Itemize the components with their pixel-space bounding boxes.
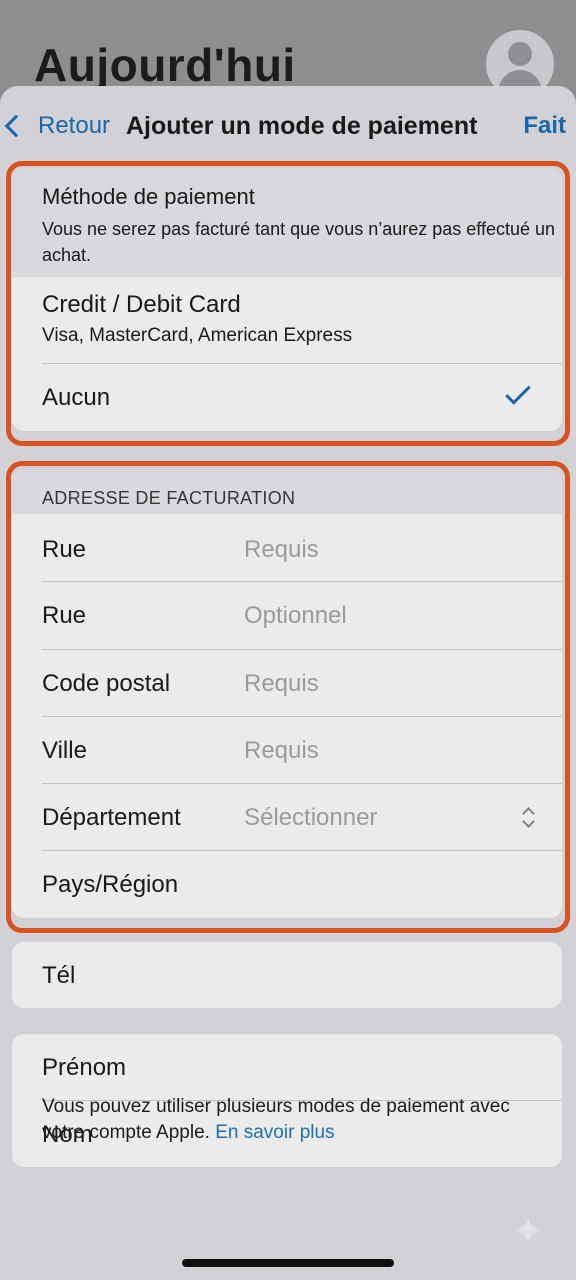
back-button[interactable]: Retour: [2, 112, 110, 140]
highlight-payment-method: [6, 161, 570, 446]
footer-note: Vous pouvez utiliser plusieurs modes de …: [42, 1094, 542, 1146]
highlight-billing-address: [6, 461, 570, 933]
phone-label: Tél: [42, 962, 76, 989]
home-indicator[interactable]: [182, 1259, 394, 1267]
first-name-label: Prénom: [42, 1054, 127, 1081]
page-title: Ajouter un mode de paiement: [126, 112, 478, 140]
phone-group: Tél: [12, 942, 562, 1008]
back-label: Retour: [38, 112, 111, 139]
background-page-title: Aujourd'hui: [34, 39, 296, 91]
person-icon: [508, 42, 532, 66]
chevron-left-icon: [4, 114, 28, 138]
done-button[interactable]: Fait: [523, 112, 566, 140]
sparkle-icon: ✦: [512, 1211, 544, 1253]
phone-row[interactable]: Tél: [12, 942, 562, 1008]
first-name-row[interactable]: Prénom: [12, 1034, 562, 1100]
nav-bar: Retour Ajouter un mode de paiement Fait: [0, 86, 576, 166]
learn-more-link[interactable]: En savoir plus: [215, 1122, 334, 1143]
